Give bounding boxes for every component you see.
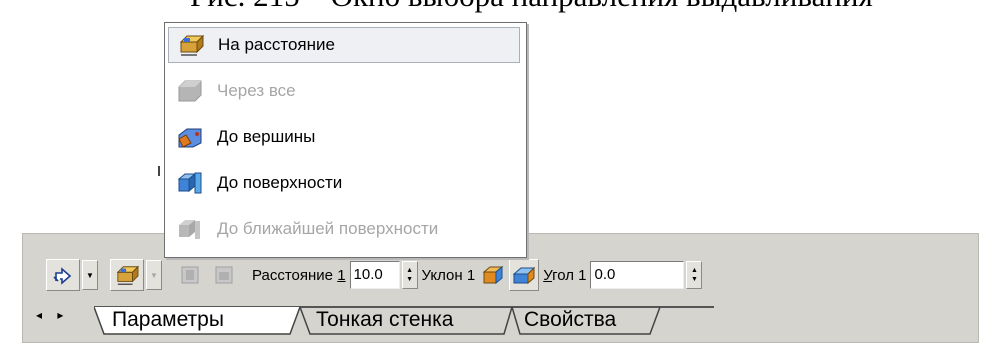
spin-down-icon: ▼	[691, 276, 698, 283]
direction-dropdown[interactable]: ▼	[82, 260, 98, 290]
menu-anchor-tick	[158, 166, 160, 176]
disabled-tool-button-1	[174, 259, 208, 291]
menu-item-to-nearest-surface: До ближайшей поверхности	[168, 211, 520, 247]
disabled-tool-button-2	[208, 259, 242, 291]
angle-spinner[interactable]: ▲ ▼	[686, 261, 703, 289]
disabled-tool-icon	[215, 266, 233, 284]
menu-item-distance[interactable]: На расстояние	[168, 27, 520, 63]
direction-button[interactable]	[46, 259, 80, 291]
menu-item-label: До вершины	[217, 127, 316, 146]
parameters-toolbar: ▼ ▼ Расстояние 1 10.0 ▲ ▼ Уклон 1 Угол 1…	[46, 256, 977, 294]
extrude-distance-icon	[179, 34, 204, 56]
tab-parameters[interactable]: Параметры	[112, 306, 224, 334]
chevron-down-icon: ▼	[86, 270, 94, 280]
extrusion-type-menu: На расстояние Через все До вершины До по…	[164, 22, 527, 258]
draft-inward-button[interactable]	[479, 259, 509, 291]
extrude-distance-icon	[116, 265, 139, 285]
draft-label: Уклон 1	[421, 266, 476, 284]
disabled-tool-icon	[181, 266, 199, 284]
menu-item-label: До поверхности	[217, 173, 343, 192]
draft-outward-icon	[512, 266, 536, 285]
chevron-down-icon: ▼	[150, 270, 158, 280]
tab-properties[interactable]: Свойства	[524, 306, 616, 334]
spin-up-icon: ▲	[406, 267, 414, 274]
tab-bar: ◂ ▸ Параметры Тонкая стенка Свойства	[36, 304, 756, 336]
menu-item-label: До ближайшей поверхности	[217, 219, 439, 238]
menu-item-to-vertex[interactable]: До вершины	[168, 119, 520, 155]
to-vertex-icon	[178, 128, 202, 148]
menu-item-to-surface[interactable]: До поверхности	[168, 165, 520, 201]
to-nearest-surface-icon	[179, 220, 200, 239]
tab-scroll-arrows[interactable]: ◂ ▸	[36, 308, 69, 322]
distance-spinner[interactable]: ▲ ▼	[401, 261, 418, 289]
to-surface-icon	[177, 172, 202, 194]
figure-caption: Рис. 215 – Окно выбора направления выдав…	[190, 0, 873, 14]
menu-item-label: Через все	[217, 81, 296, 100]
through-all-icon	[178, 80, 202, 102]
draft-inward-icon	[482, 265, 504, 285]
distance-input[interactable]: 10.0	[349, 261, 400, 289]
spin-up-icon: ▲	[691, 267, 698, 274]
spin-down-icon: ▼	[406, 276, 414, 283]
angle-input[interactable]: 0.0	[590, 261, 685, 289]
draft-outward-button[interactable]	[509, 259, 540, 291]
extrusion-type-button[interactable]	[110, 259, 144, 291]
tab-thin-wall[interactable]: Тонкая стенка	[316, 306, 453, 334]
distance-label: Расстояние 1	[252, 266, 346, 284]
angle-label: Угол 1	[543, 266, 587, 284]
menu-item-label: На расстояние	[218, 35, 335, 54]
menu-item-through-all: Через все	[168, 73, 520, 109]
extrusion-type-dropdown[interactable]: ▼	[146, 260, 162, 290]
direction-arrow-icon	[53, 267, 72, 285]
